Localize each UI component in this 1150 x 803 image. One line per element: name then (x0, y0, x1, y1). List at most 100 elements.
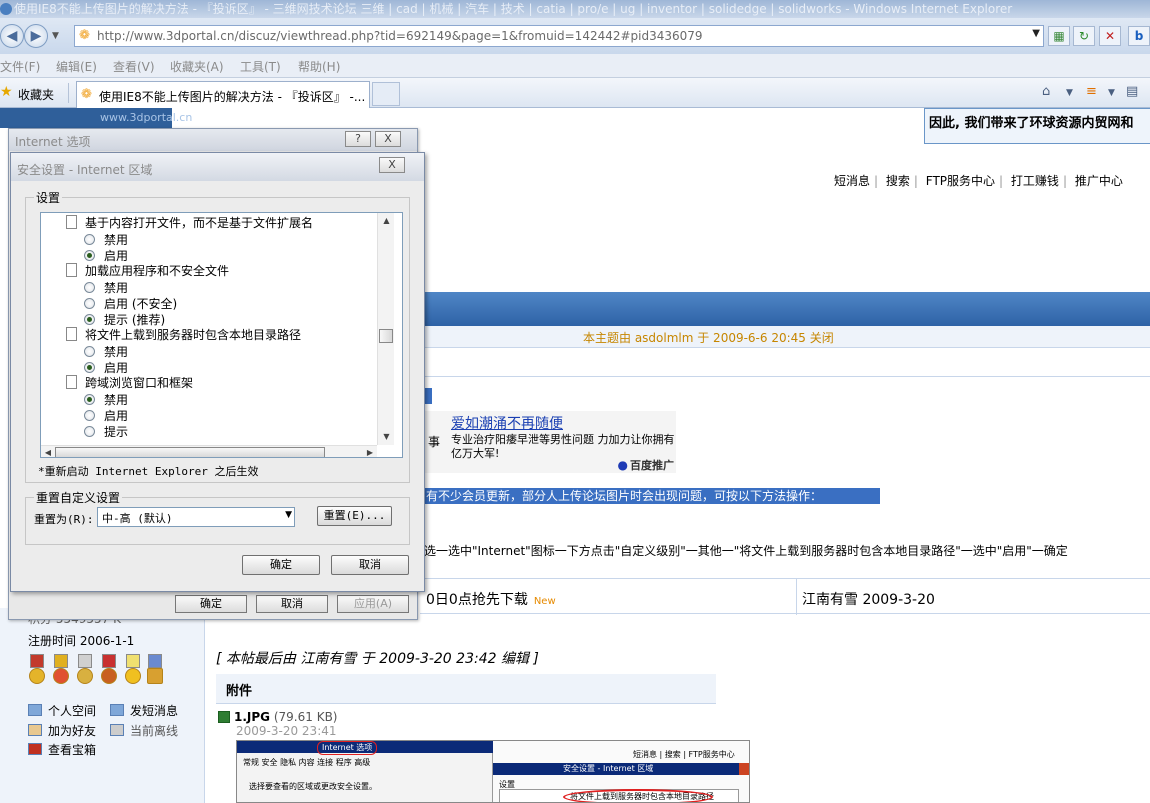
baidu-ad[interactable]: 事 爱如潮涌不再随便 专业治疗阳痿早泄等男性问题 力加力让你拥有亿万大军! ● 百… (420, 411, 676, 473)
radio-button-checked[interactable] (84, 250, 95, 261)
nav-messages[interactable]: 短消息 (834, 174, 870, 188)
radio-button[interactable] (84, 410, 95, 421)
horizontal-scrollbar[interactable]: ◀ ▶ (41, 445, 377, 457)
thumb-right-nav: 短消息 | 搜索 | FTP服务中心 (633, 750, 735, 759)
compatibility-view-icon[interactable]: ▦ (1048, 26, 1070, 46)
address-dropdown-icon[interactable]: ▼ (1032, 28, 1040, 39)
radio-option[interactable]: 禁用 (84, 279, 128, 296)
tab-label: 使用IE8不能上传图片的解决方法 - 『投诉区』 -... (99, 90, 366, 104)
nav-work[interactable]: 打工赚钱 (1011, 174, 1059, 188)
print-icon[interactable]: ▤ (1126, 84, 1138, 99)
radio-button[interactable] (84, 234, 95, 245)
personal-space-link[interactable]: 个人空间 (28, 702, 96, 719)
nav-ftp[interactable]: FTP服务中心 (926, 174, 995, 188)
apply-button[interactable]: 应用(A) (337, 595, 409, 613)
menu-help[interactable]: 帮助(H) (298, 58, 340, 75)
feeds-dropdown-icon[interactable]: ▼ (1108, 88, 1115, 98)
attachment-thumbnail[interactable]: Internet 选项 常规 安全 隐私 内容 连接 程序 高级 选择要查看的区… (236, 740, 750, 803)
tab-favicon-icon: ❁ (81, 87, 92, 102)
menu-favorites[interactable]: 收藏夹(A) (170, 58, 224, 75)
baidu-paw-icon: ● (617, 458, 628, 472)
radio-button-checked[interactable] (84, 314, 95, 325)
chevron-down-icon[interactable]: ▼ (285, 510, 292, 520)
home-icon[interactable]: ⌂ (1042, 84, 1050, 99)
divider (420, 376, 1150, 377)
address-row: ◀ ▶ ▼ ❁ http://www.3dportal.cn/discuz/vi… (0, 18, 1150, 54)
menu-view[interactable]: 查看(V) (113, 58, 155, 75)
thumb-left-title: Internet 选项 (317, 741, 378, 755)
send-message-link[interactable]: 发短消息 (110, 702, 178, 719)
reset-button[interactable]: 重置(E)... (317, 506, 392, 526)
new-badge: New (533, 596, 556, 607)
internet-options-close-button[interactable]: X (375, 131, 401, 147)
menu-edit[interactable]: 编辑(E) (56, 58, 97, 75)
treasure-box-link[interactable]: 查看宝箱 (28, 741, 96, 758)
tab-current[interactable]: ❁ 使用IE8不能上传图片的解决方法 - 『投诉区』 -... (76, 81, 370, 108)
radio-option[interactable]: 启用 (84, 407, 128, 424)
scroll-thumb[interactable] (379, 329, 393, 343)
radio-button-checked[interactable] (84, 362, 95, 373)
scroll-right-icon[interactable]: ▶ (363, 446, 377, 457)
refresh-icon[interactable]: ↻ (1073, 26, 1095, 46)
menu-tools[interactable]: 工具(T) (240, 58, 281, 75)
link-add-friend[interactable]: 加为好友 (48, 724, 96, 738)
scroll-left-icon[interactable]: ◀ (41, 446, 55, 457)
internet-options-ok-button[interactable]: 确定 (175, 595, 247, 613)
radio-option[interactable]: 启用 (不安全) (84, 295, 177, 312)
menu-file[interactable]: 文件(F) (0, 58, 40, 75)
favorites-star-icon[interactable]: ★ (0, 84, 13, 100)
vertical-scrollbar[interactable]: ▲ ▼ (377, 213, 394, 445)
home-dropdown-icon[interactable]: ▼ (1066, 88, 1073, 98)
window-title-bar: 使用IE8不能上传图片的解决方法 - 『投诉区』 - 三维网技术论坛 三维 | … (0, 0, 1150, 18)
security-dialog-close-button[interactable]: X (379, 157, 405, 173)
reset-level-select[interactable]: 中-高 (默认) ▼ (97, 507, 295, 527)
image-file-icon (218, 711, 230, 723)
internet-options-cancel-button[interactable]: 取消 (256, 595, 328, 613)
history-dropdown-icon[interactable]: ▼ (52, 31, 59, 41)
attachment-name[interactable]: 1.JPG (234, 710, 270, 724)
offline-status: 当前离线 (110, 722, 178, 739)
radio-option[interactable]: 提示 (84, 423, 128, 440)
radio-button[interactable] (84, 346, 95, 357)
link-personal-space[interactable]: 个人空间 (48, 704, 96, 718)
radio-button[interactable] (84, 282, 95, 293)
top-banner[interactable]: 因此, 我们带来了环球资源内贸网和 (924, 108, 1150, 144)
attachment-item[interactable]: 1.JPG (79.61 KB) (218, 710, 338, 724)
stop-icon[interactable]: ✕ (1099, 26, 1121, 46)
ad-title-link[interactable]: 爱如潮涌不再随便 (451, 413, 563, 433)
nav-search[interactable]: 搜索 (886, 174, 910, 188)
treasure-box-icon (28, 743, 42, 755)
address-url[interactable]: http://www.3dportal.cn/discuz/viewthread… (97, 29, 703, 43)
link-send-message[interactable]: 发短消息 (130, 704, 178, 718)
search-provider-icon[interactable]: b (1128, 26, 1150, 46)
add-friend-link[interactable]: 加为好友 (28, 722, 96, 739)
nav-promote[interactable]: 推广中心 (1075, 174, 1123, 188)
favorites-button[interactable]: 收藏夹 (18, 86, 54, 103)
radio-button[interactable] (84, 426, 95, 437)
radio-option[interactable]: 禁用 (84, 231, 128, 248)
scroll-up-icon[interactable]: ▲ (378, 213, 395, 229)
feeds-icon[interactable]: ≡ (1086, 84, 1097, 99)
radio-button-checked[interactable] (84, 394, 95, 405)
settings-list[interactable]: 基于内容打开文件，而不是基于文件扩展名 禁用 启用 加载应用程序和不安全文件 禁… (40, 212, 403, 458)
forward-button[interactable]: ▶ (24, 24, 48, 48)
related-thread-title[interactable]: 0日0点抢先下载 (426, 592, 528, 608)
related-thread-link[interactable]: 0日0点抢先下载 New (426, 589, 556, 609)
link-treasure-box[interactable]: 查看宝箱 (48, 743, 96, 757)
help-button[interactable]: ? (345, 131, 371, 147)
hscroll-thumb[interactable] (55, 447, 325, 457)
address-bar[interactable]: ❁ http://www.3dportal.cn/discuz/viewthre… (74, 25, 1044, 47)
new-tab-button[interactable] (372, 82, 400, 106)
setting-header: 加载应用程序和不安全文件 (66, 262, 229, 279)
ad-brand: ● 百度推广 (618, 457, 674, 473)
radio-option[interactable]: 禁用 (84, 343, 128, 360)
scroll-down-icon[interactable]: ▼ (378, 429, 395, 445)
offline-user-icon (110, 724, 124, 736)
radio-button[interactable] (84, 298, 95, 309)
cancel-button[interactable]: 取消 (331, 555, 409, 575)
site-logo[interactable]: www.3dportal.cn (0, 108, 192, 128)
radio-option[interactable]: 禁用 (84, 391, 128, 408)
back-button[interactable]: ◀ (0, 24, 24, 48)
ok-button[interactable]: 确定 (242, 555, 320, 575)
setting-header: 跨域浏览窗口和框架 (66, 374, 193, 391)
